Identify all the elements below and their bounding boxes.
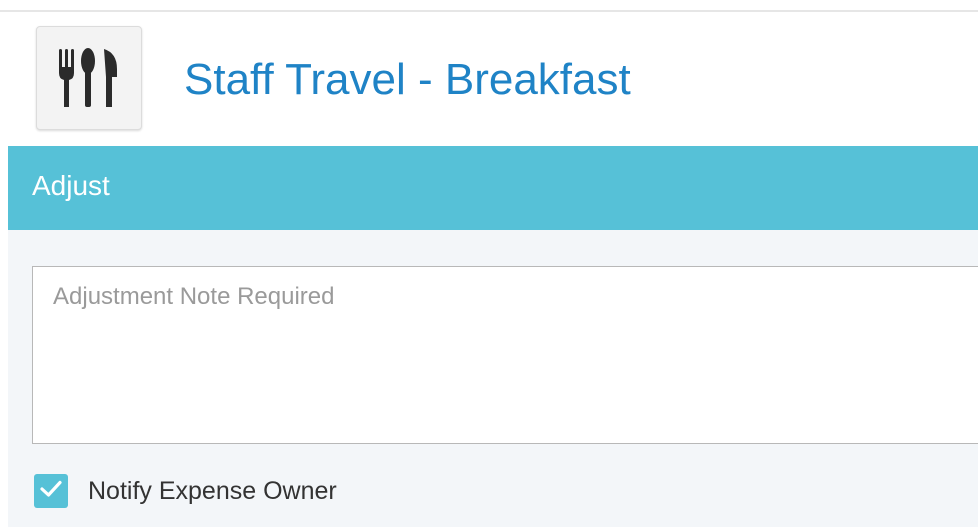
- page-title: Staff Travel - Breakfast: [184, 55, 631, 104]
- top-divider: [0, 0, 978, 12]
- utensils-icon: [57, 47, 121, 109]
- adjust-panel: Notify Expense Owner: [8, 230, 978, 527]
- category-icon-tile: [36, 26, 142, 130]
- adjust-section-header: Adjust: [8, 146, 978, 230]
- notify-owner-label: Notify Expense Owner: [88, 476, 337, 505]
- adjustment-note-field[interactable]: [32, 266, 978, 444]
- notify-owner-row[interactable]: Notify Expense Owner: [34, 473, 337, 509]
- checkmark-icon: [39, 479, 63, 504]
- notify-owner-checkbox[interactable]: [34, 474, 68, 508]
- section-title: Adjust: [32, 170, 110, 201]
- expense-adjust-page: Staff Travel - Breakfast Adjust Notify E…: [0, 0, 978, 527]
- page-header: Staff Travel - Breakfast: [0, 12, 978, 146]
